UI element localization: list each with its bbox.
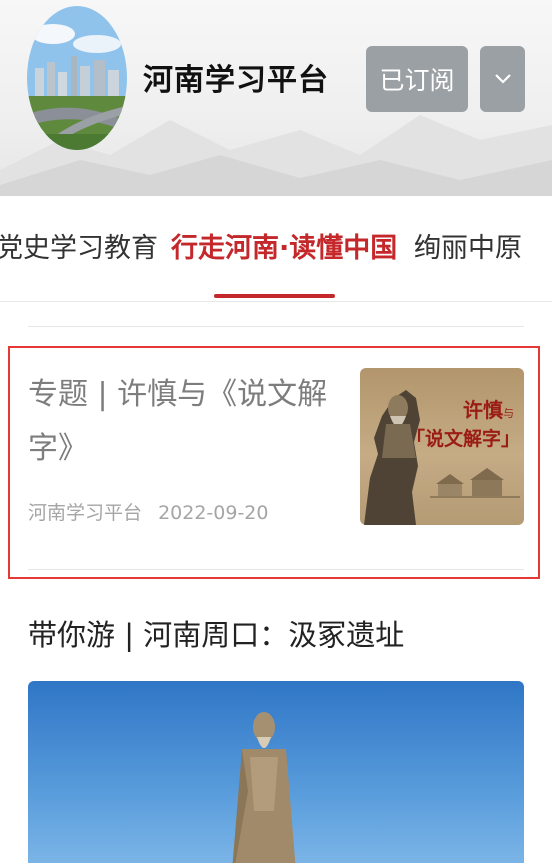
tab-party-history[interactable]: 党史学习教育: [0, 226, 158, 265]
thumbnail-text-line2: 「说文解字」: [405, 428, 520, 450]
channel-tabs: 党史学习教育 行走河南·读懂中国 绚丽中原: [0, 196, 552, 302]
app-page: 河南学习平台 已订阅 党史学习教育 行走河南·读懂中国 绚丽中原 专题 | 许慎…: [0, 0, 552, 863]
article-meta: 河南学习平台 2022-09-20: [28, 498, 268, 525]
article-date: 2022-09-20: [158, 502, 269, 524]
account-header: 河南学习平台 已订阅: [0, 0, 552, 196]
tab-walk-henan[interactable]: 行走河南·读懂中国: [171, 226, 397, 265]
chevron-down-icon: [494, 74, 511, 84]
account-name: 河南学习平台: [143, 63, 329, 98]
article-item-xushen[interactable]: 专题 | 许慎与《说文解字》 河南学习平台 2022-09-20 许慎与 「说文…: [8, 346, 540, 579]
article-title[interactable]: 带你游 | 河南周口：汲冢遗址: [28, 612, 404, 654]
article-thumbnail: 许慎与 「说文解字」: [360, 368, 524, 525]
active-tab-indicator: [214, 294, 335, 298]
thumbnail-text-line1: 许慎与: [463, 398, 514, 422]
article-cover-image[interactable]: [28, 681, 524, 863]
tabs-divider: [0, 301, 552, 302]
list-divider: [28, 569, 524, 570]
tab-central-plains[interactable]: 绚丽中原: [414, 226, 522, 265]
list-divider: [28, 326, 524, 327]
article-source: 河南学习平台: [28, 502, 143, 524]
account-avatar[interactable]: [27, 6, 127, 150]
more-options-button[interactable]: [480, 46, 525, 112]
subscribed-button[interactable]: 已订阅: [366, 46, 468, 112]
article-title: 专题 | 许慎与《说文解字》: [28, 377, 328, 466]
